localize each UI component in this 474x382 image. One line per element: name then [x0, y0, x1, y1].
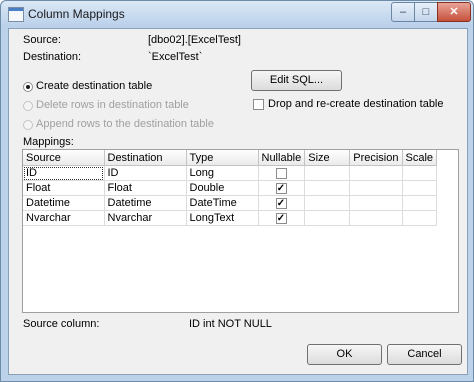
destination-value: `ExcelTest` — [148, 51, 203, 63]
table-row[interactable]: Float Float Double ✓ — [23, 180, 438, 196]
nullable-cell[interactable]: ✓ — [258, 180, 306, 196]
edit-sql-button[interactable]: Edit SQL... — [251, 70, 342, 91]
size-cell[interactable] — [304, 180, 351, 196]
source-cell[interactable]: Float — [23, 180, 105, 196]
append-rows-label: Append rows to the destination table — [36, 118, 214, 130]
source-value: [dbo02].[ExcelTest] — [148, 34, 241, 46]
column-header-scale[interactable]: Scale — [402, 150, 438, 166]
header-row: Source Destination Type Nullable Size Pr… — [23, 150, 438, 166]
precision-cell[interactable] — [349, 165, 403, 181]
window-title: Column Mappings — [28, 7, 125, 21]
source-column-value: ID int NOT NULL — [189, 318, 272, 330]
precision-cell[interactable] — [349, 180, 403, 196]
app-icon — [8, 7, 24, 22]
minimize-button[interactable]: – — [391, 2, 415, 22]
precision-cell[interactable] — [349, 195, 403, 211]
delete-rows-label: Delete rows in destination table — [36, 99, 189, 111]
delete-rows-radio — [23, 101, 33, 111]
scale-cell[interactable] — [402, 165, 438, 181]
mappings-grid[interactable]: Source Destination Type Nullable Size Pr… — [22, 149, 459, 313]
title-bar[interactable]: Column Mappings – □ ✕ — [1, 1, 473, 27]
table-row[interactable]: Nvarchar Nvarchar LongText ✓ — [23, 210, 438, 226]
type-cell[interactable]: DateTime — [186, 195, 259, 211]
scale-cell[interactable] — [402, 195, 438, 211]
mappings-label: Mappings: — [23, 136, 74, 148]
size-cell[interactable] — [304, 195, 351, 211]
destination-label: Destination: — [23, 51, 82, 63]
type-cell[interactable]: Long — [186, 165, 259, 181]
maximize-button[interactable]: □ — [414, 2, 438, 22]
table-row[interactable]: Datetime Datetime DateTime ✓ — [23, 195, 438, 211]
mappings-table: Source Destination Type Nullable Size Pr… — [23, 150, 438, 226]
source-label: Source: — [23, 34, 61, 46]
type-cell[interactable]: LongText — [186, 210, 259, 226]
source-cell[interactable]: ID — [23, 165, 105, 181]
size-cell[interactable] — [304, 165, 351, 181]
drop-recreate-checkbox[interactable] — [253, 99, 264, 110]
table-row[interactable]: ID ID Long — [23, 165, 438, 181]
source-cell[interactable]: Datetime — [23, 195, 105, 211]
column-header-size[interactable]: Size — [304, 150, 351, 166]
column-header-source[interactable]: Source — [23, 150, 105, 166]
destination-cell[interactable]: Float — [104, 180, 187, 196]
ok-button[interactable]: OK — [307, 344, 382, 365]
create-table-label[interactable]: Create destination table — [36, 80, 152, 92]
precision-cell[interactable] — [349, 210, 403, 226]
column-header-type[interactable]: Type — [186, 150, 259, 166]
dialog-body: Source: [dbo02].[ExcelTest] Destination:… — [8, 28, 468, 375]
create-table-radio[interactable] — [23, 82, 33, 92]
nullable-cell[interactable] — [258, 165, 306, 181]
scale-cell[interactable] — [402, 210, 438, 226]
cancel-button[interactable]: Cancel — [387, 344, 462, 365]
nullable-checkbox[interactable]: ✓ — [275, 213, 287, 224]
size-cell[interactable] — [304, 210, 351, 226]
column-header-precision[interactable]: Precision — [349, 150, 403, 166]
append-rows-radio — [23, 120, 33, 130]
nullable-checkbox[interactable]: ✓ — [275, 198, 287, 209]
nullable-cell[interactable]: ✓ — [258, 195, 306, 211]
close-button[interactable]: ✕ — [437, 2, 471, 22]
column-header-destination[interactable]: Destination — [104, 150, 187, 166]
nullable-cell[interactable]: ✓ — [258, 210, 306, 226]
nullable-checkbox[interactable]: ✓ — [275, 183, 287, 194]
nullable-checkbox[interactable] — [275, 168, 287, 179]
drop-recreate-label[interactable]: Drop and re-create destination table — [268, 98, 444, 110]
source-column-label: Source column: — [23, 318, 100, 330]
source-cell[interactable]: Nvarchar — [23, 210, 105, 226]
type-cell[interactable]: Double — [186, 180, 259, 196]
column-mappings-window: Column Mappings – □ ✕ Source: [dbo02].[E… — [0, 0, 474, 382]
column-header-nullable[interactable]: Nullable — [258, 150, 306, 166]
scale-cell[interactable] — [402, 180, 438, 196]
destination-cell[interactable]: Nvarchar — [104, 210, 187, 226]
destination-cell[interactable]: ID — [104, 165, 187, 181]
destination-cell[interactable]: Datetime — [104, 195, 187, 211]
